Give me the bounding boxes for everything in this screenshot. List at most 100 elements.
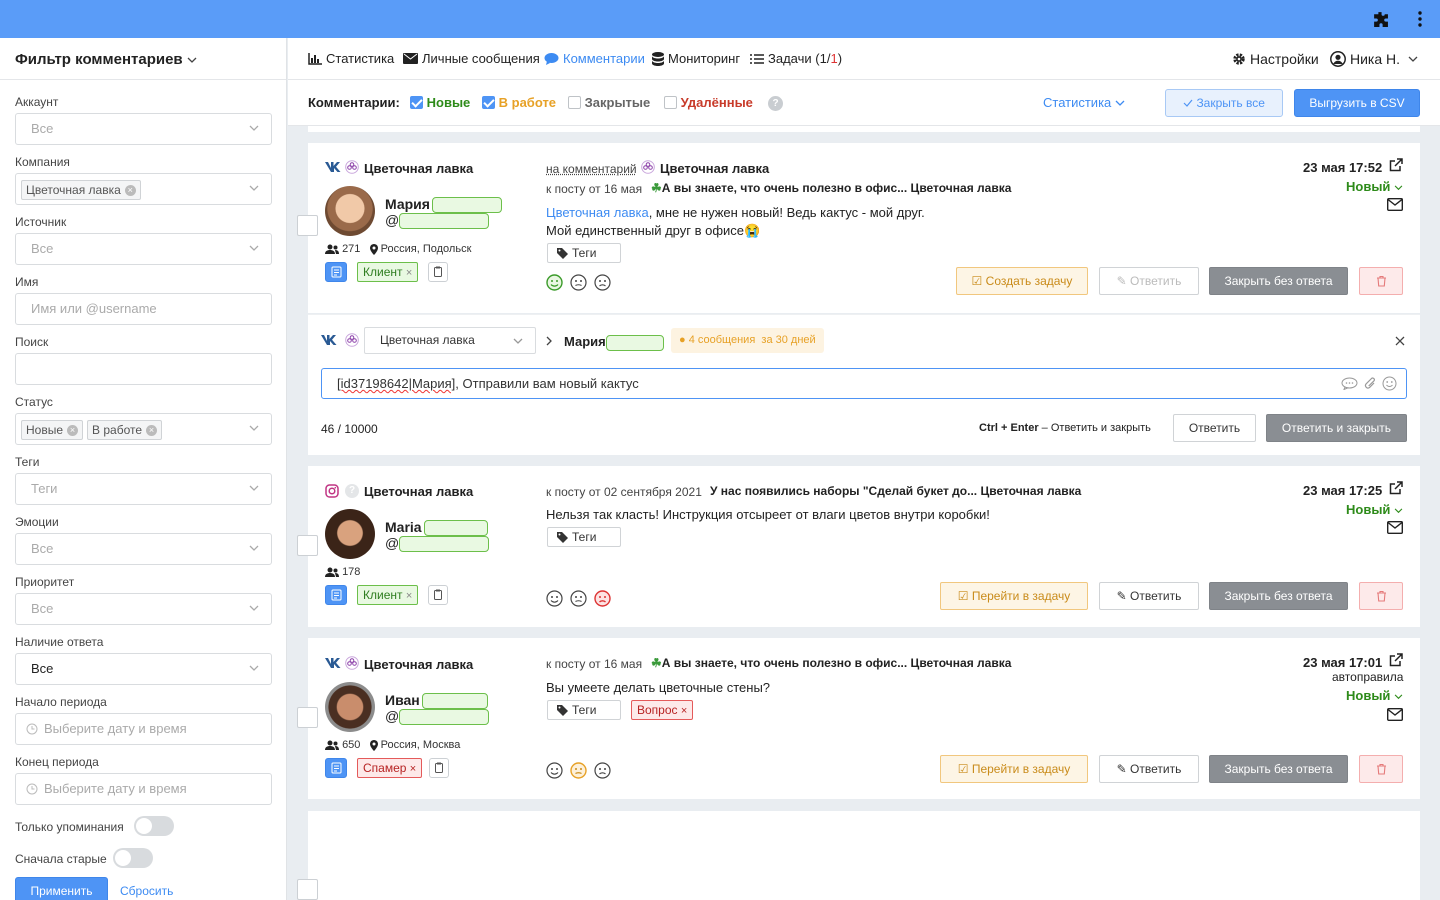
- avatar[interactable]: [325, 682, 375, 732]
- go-to-task-button[interactable]: ☑ Перейти в задачу: [940, 582, 1088, 610]
- reply-textarea[interactable]: [id37198642|Мария], Отправили вам новый …: [321, 368, 1407, 399]
- reply-button[interactable]: ✎ Ответить: [1099, 755, 1199, 783]
- apply-button[interactable]: Применить: [15, 877, 108, 900]
- positive-emotion-icon[interactable]: [546, 590, 563, 607]
- search-input[interactable]: [15, 353, 272, 385]
- nav-monitoring[interactable]: Мониторинг: [652, 51, 740, 66]
- filter-new[interactable]: Новые: [410, 95, 470, 110]
- post-title[interactable]: ☘А вы знаете, что очень полезно в офис..…: [651, 656, 1011, 670]
- external-link-icon[interactable]: [1389, 653, 1403, 667]
- extensions-icon[interactable]: [1372, 11, 1389, 28]
- user-name[interactable]: Иван: [385, 692, 488, 709]
- add-label-button[interactable]: [429, 758, 449, 778]
- close-icon[interactable]: [1395, 336, 1405, 346]
- profile-card-button[interactable]: [325, 758, 347, 778]
- context-page[interactable]: Цветочная лавка: [660, 161, 769, 176]
- reply-account-select[interactable]: Цветочная лавка: [364, 327, 536, 354]
- negative-emotion-icon[interactable]: [594, 274, 611, 291]
- delete-button[interactable]: [1359, 755, 1403, 783]
- filter-in-work[interactable]: В работе: [482, 95, 556, 110]
- old-first-toggle[interactable]: [113, 848, 153, 868]
- profile-card-button[interactable]: [325, 262, 347, 282]
- remove-tag-icon[interactable]: ×: [406, 590, 412, 602]
- attach-icon[interactable]: [1364, 376, 1376, 391]
- positive-emotion-icon[interactable]: [546, 762, 563, 779]
- mentions-toggle[interactable]: [134, 816, 174, 836]
- tags-select[interactable]: Теги: [15, 473, 272, 505]
- reply-to-link[interactable]: на комментарий: [546, 162, 637, 176]
- name-input[interactable]: Имя или @username: [15, 293, 272, 325]
- positive-emotion-icon[interactable]: [546, 274, 563, 291]
- source-select[interactable]: Все: [15, 233, 272, 265]
- delete-button[interactable]: [1359, 267, 1403, 295]
- remove-chip-icon[interactable]: ×: [67, 425, 78, 436]
- remove-tag-icon[interactable]: ×: [681, 705, 687, 717]
- question-tag[interactable]: Вопрос ×: [631, 700, 693, 720]
- page-name[interactable]: Цветочная лавка: [364, 657, 473, 672]
- tags-button[interactable]: Теги: [547, 527, 621, 547]
- nav-settings[interactable]: Настройки: [1232, 51, 1319, 67]
- remove-tag-icon[interactable]: ×: [410, 763, 416, 775]
- tags-button[interactable]: Теги: [547, 700, 621, 720]
- add-label-button[interactable]: [428, 585, 448, 605]
- has-reply-select[interactable]: Все: [15, 653, 272, 685]
- remove-tag-icon[interactable]: ×: [406, 267, 412, 279]
- emotions-select[interactable]: Все: [15, 533, 272, 565]
- filter-deleted[interactable]: Удалённые: [664, 95, 753, 110]
- external-link-icon[interactable]: [1389, 158, 1403, 172]
- reply-button[interactable]: ✎ Ответить: [1099, 267, 1199, 295]
- checkbox-in-work[interactable]: [482, 96, 495, 109]
- avatar[interactable]: [325, 186, 375, 236]
- client-tag[interactable]: Клиент ×: [357, 262, 418, 282]
- create-task-button[interactable]: ☑ Создать задачу: [956, 267, 1088, 295]
- reply-button[interactable]: ✎ Ответить: [1099, 582, 1199, 610]
- external-link-icon[interactable]: [1389, 481, 1403, 495]
- select-checkbox[interactable]: [297, 707, 318, 728]
- checkbox-deleted[interactable]: [664, 96, 677, 109]
- select-checkbox[interactable]: [297, 215, 318, 236]
- close-without-reply-button[interactable]: Закрыть без ответа: [1209, 267, 1348, 295]
- private-message-icon[interactable]: [1387, 198, 1403, 211]
- stats-dropdown[interactable]: Статистика: [1043, 95, 1125, 110]
- status-select[interactable]: Новые × В работе ×: [15, 413, 272, 445]
- page-name[interactable]: Цветочная лавка: [364, 484, 473, 499]
- status-dropdown[interactable]: Новый: [1346, 179, 1403, 194]
- delete-button[interactable]: [1359, 582, 1403, 610]
- checkbox-closed[interactable]: [568, 96, 581, 109]
- filter-closed[interactable]: Закрытые: [568, 95, 650, 110]
- close-without-reply-button[interactable]: Закрыть без ответа: [1209, 582, 1348, 610]
- nav-tasks[interactable]: Задачи (1/1): [750, 51, 842, 66]
- export-csv-button[interactable]: Выгрузить в CSV: [1294, 89, 1420, 117]
- select-checkbox[interactable]: [297, 535, 318, 556]
- client-tag[interactable]: Клиент ×: [357, 585, 418, 605]
- go-to-task-button[interactable]: ☑ Перейти в задачу: [940, 755, 1088, 783]
- remove-chip-icon[interactable]: ×: [146, 425, 157, 436]
- negative-emotion-icon[interactable]: [594, 762, 611, 779]
- close-without-reply-button[interactable]: Закрыть без ответа: [1209, 755, 1348, 783]
- filter-title[interactable]: Фильтр комментариев: [0, 38, 286, 80]
- add-label-button[interactable]: [428, 262, 448, 282]
- private-message-icon[interactable]: [1387, 708, 1403, 721]
- emoji-icon[interactable]: [1382, 376, 1397, 391]
- send-reply-button[interactable]: Ответить: [1173, 414, 1256, 442]
- neutral-emotion-icon[interactable]: [570, 762, 587, 779]
- page-name[interactable]: Цветочная лавка: [364, 161, 473, 176]
- status-dropdown[interactable]: Новый: [1346, 688, 1403, 703]
- mention-link[interactable]: Цветочная лавка: [546, 205, 649, 220]
- user-menu[interactable]: Ника Н.: [1330, 51, 1422, 67]
- reply-and-close-button[interactable]: Ответить и закрыть: [1266, 414, 1407, 442]
- private-message-icon[interactable]: [1387, 521, 1403, 534]
- reset-link[interactable]: Сбросить: [120, 884, 173, 898]
- period-start-input[interactable]: Выберите дату и время: [15, 713, 272, 745]
- post-title[interactable]: У нас появились наборы "Сделай букет до.…: [710, 484, 1081, 498]
- user-name[interactable]: Мария: [385, 196, 502, 213]
- avatar[interactable]: [325, 509, 375, 559]
- company-select[interactable]: Цветочная лавка ×: [15, 173, 272, 205]
- user-name[interactable]: Maria: [385, 519, 488, 536]
- account-select[interactable]: Все: [15, 113, 272, 145]
- period-end-input[interactable]: Выберите дату и время: [15, 773, 272, 805]
- neutral-emotion-icon[interactable]: [570, 590, 587, 607]
- recipient[interactable]: Мария: [564, 334, 664, 351]
- post-title[interactable]: ☘А вы знаете, что очень полезно в офис..…: [651, 181, 1011, 195]
- neutral-emotion-icon[interactable]: [570, 274, 587, 291]
